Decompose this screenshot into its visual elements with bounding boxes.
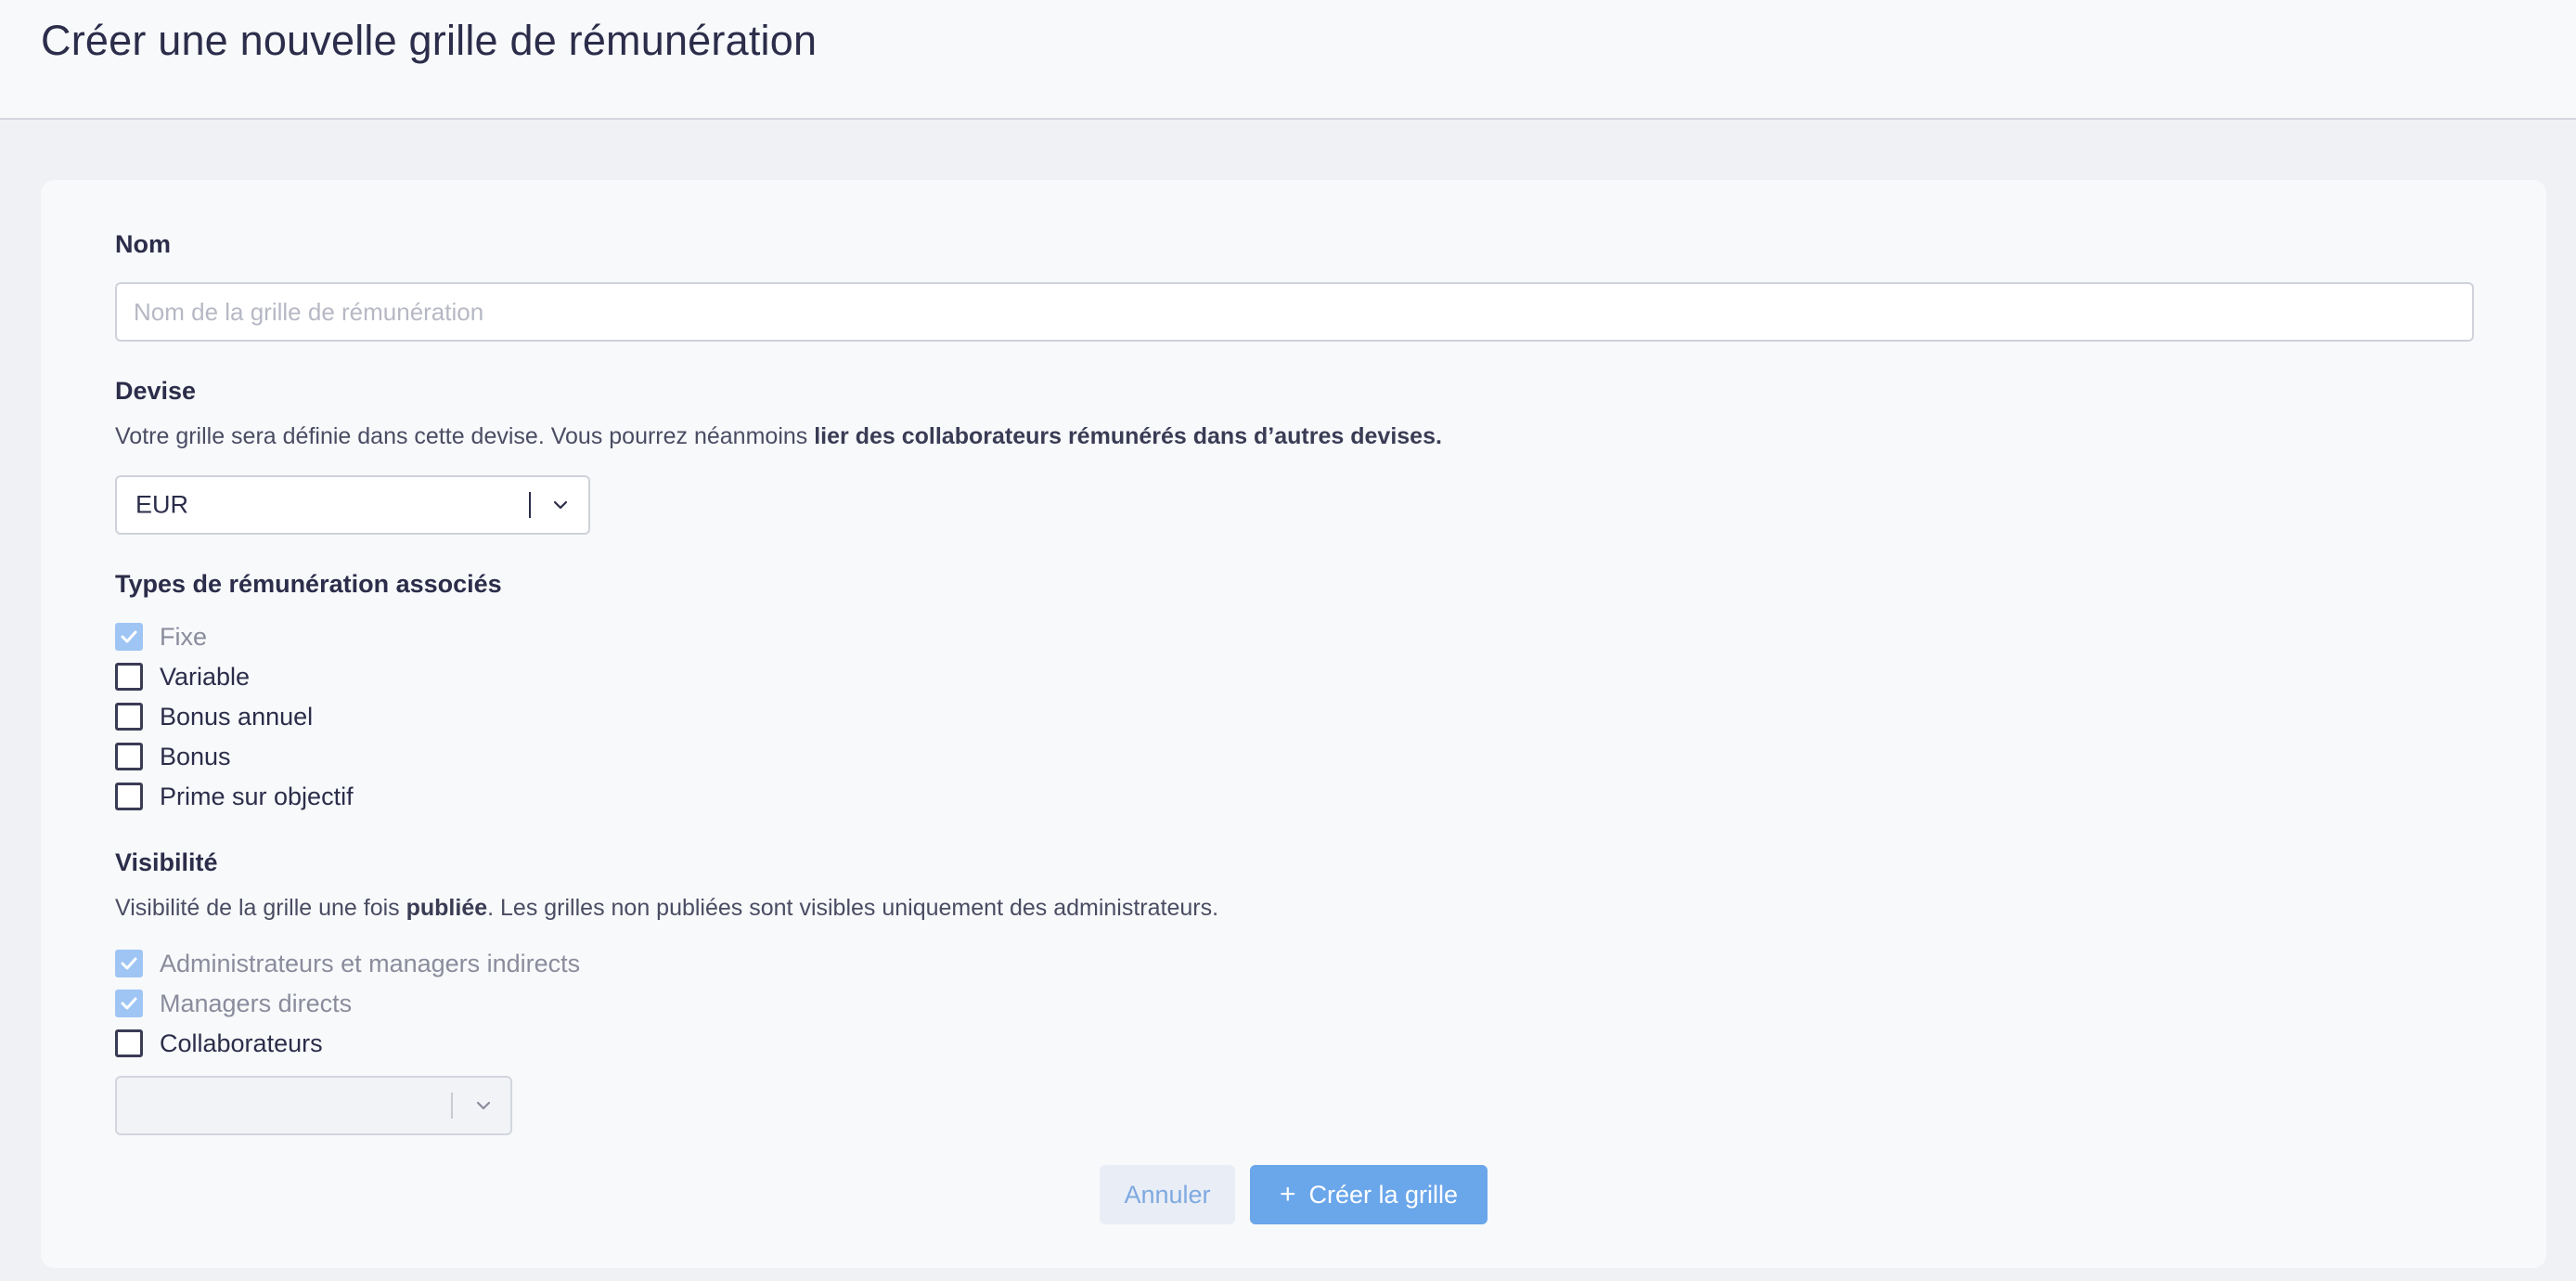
check-icon [121,997,137,1010]
type-option-label: Bonus annuel [160,702,314,731]
page-header: Créer une nouvelle grille de rémunératio… [0,0,2576,120]
visibility-option-label: Administrateurs et managers indirects [160,949,581,977]
cancel-button[interactable]: Annuler [1100,1165,1235,1224]
name-label: Nom [115,230,171,258]
currency-helper-bold: lier des collaborateurs rémunérés dans d… [814,423,1442,449]
visibility-option-label: Collaborateurs [160,1029,323,1057]
type-option-label: Prime sur objectif [160,782,354,810]
type-option-prime-sur-objectif[interactable]: Prime sur objectif [115,780,354,813]
check-icon [121,630,137,643]
visibility-option-label: Managers directs [160,989,353,1017]
visibility-helper: Visibilité de la grille une fois publiée… [115,895,1218,922]
checkbox[interactable] [115,1029,143,1057]
currency-helper: Votre grille sera définie dans cette dev… [115,423,1442,450]
chevron-down-icon [476,1101,491,1110]
page-title: Créer une nouvelle grille de rémunératio… [41,17,818,64]
type-option-variable[interactable]: Variable [115,660,250,693]
visibility-helper-suffix: . Les grilles non publiées sont visibles… [487,895,1219,921]
select-separator [451,1093,453,1119]
currency-label: Devise [115,377,197,405]
create-grid-label: Créer la grille [1308,1180,1459,1209]
name-input[interactable] [115,282,2474,342]
check-icon [121,957,137,970]
checkbox[interactable] [115,743,143,770]
type-option-fixe[interactable]: Fixe [115,620,207,653]
type-option-bonus[interactable]: Bonus [115,740,231,773]
visibility-option-admins[interactable]: Administrateurs et managers indirects [115,947,580,980]
checkbox-checked-disabled[interactable] [115,623,143,651]
plus-icon: + [1279,1179,1296,1210]
visibility-helper-text: Visibilité de la grille une fois [115,895,406,921]
visibility-label: Visibilité [115,848,218,876]
checkbox[interactable] [115,703,143,731]
select-separator [529,492,531,518]
type-option-label: Bonus [160,742,231,770]
checkbox-checked-disabled[interactable] [115,950,143,977]
collaborators-select[interactable] [115,1076,512,1135]
currency-helper-text: Votre grille sera définie dans cette dev… [115,423,815,449]
chevron-down-icon [553,500,568,510]
type-option-label: Fixe [160,622,208,651]
currency-select-value: EUR [135,490,189,519]
checkbox[interactable] [115,783,143,810]
create-grid-button[interactable]: + Créer la grille [1250,1165,1488,1224]
visibility-helper-bold: publiée [406,895,488,921]
checkbox-checked-disabled[interactable] [115,990,143,1017]
type-option-bonus-annuel[interactable]: Bonus annuel [115,700,313,733]
visibility-option-managers[interactable]: Managers directs [115,987,352,1020]
currency-select[interactable]: EUR [115,475,590,535]
type-option-label: Variable [160,662,251,691]
visibility-option-collaborators[interactable]: Collaborateurs [115,1027,323,1060]
types-label: Types de rémunération associés [115,570,502,598]
checkbox[interactable] [115,663,143,691]
form-card: Nom Devise Votre grille sera définie dan… [41,180,2546,1268]
